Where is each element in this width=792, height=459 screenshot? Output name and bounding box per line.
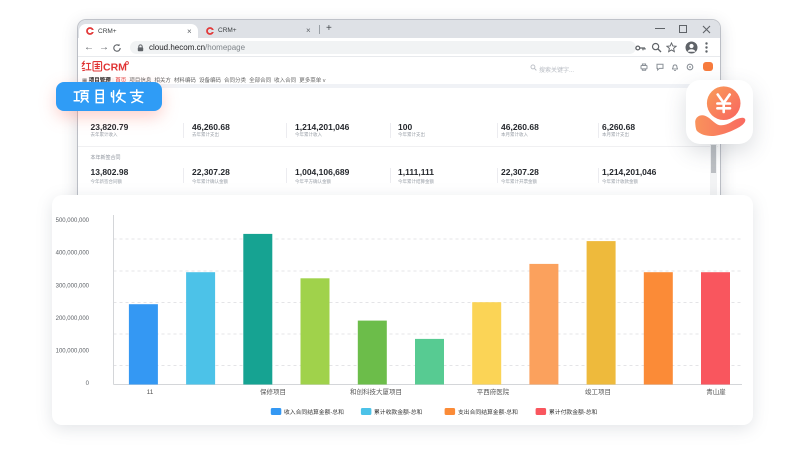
svg-text:200,000,000: 200,000,000	[56, 316, 90, 322]
svg-text:保修项目: 保修项目	[260, 387, 286, 396]
svg-text:收入合同结算金额-总和: 收入合同结算金额-总和	[284, 408, 344, 416]
svg-text:支出合同结算金额-总和: 支出合同结算金额-总和	[458, 408, 518, 416]
svg-text:0: 0	[86, 381, 90, 387]
svg-text:300,000,000: 300,000,000	[56, 284, 90, 290]
svg-text:100,000,000: 100,000,000	[56, 349, 90, 355]
svg-text:CRM: CRM	[103, 62, 127, 74]
svg-text:平西府医院: 平西府医院	[477, 387, 510, 396]
svg-text:和创科技大厦项目: 和创科技大厦项目	[350, 387, 402, 396]
svg-text:11: 11	[147, 389, 154, 396]
svg-text:400,000,000: 400,000,000	[56, 251, 90, 257]
svg-text:累计付款金额-总和: 累计付款金额-总和	[549, 408, 598, 416]
svg-text:500,000,000: 500,000,000	[56, 218, 90, 224]
svg-text:累计收款金额-总和: 累计收款金额-总和	[374, 408, 423, 416]
svg-text:青山崖: 青山崖	[706, 387, 726, 396]
svg-text:竣工项目: 竣工项目	[585, 387, 611, 396]
